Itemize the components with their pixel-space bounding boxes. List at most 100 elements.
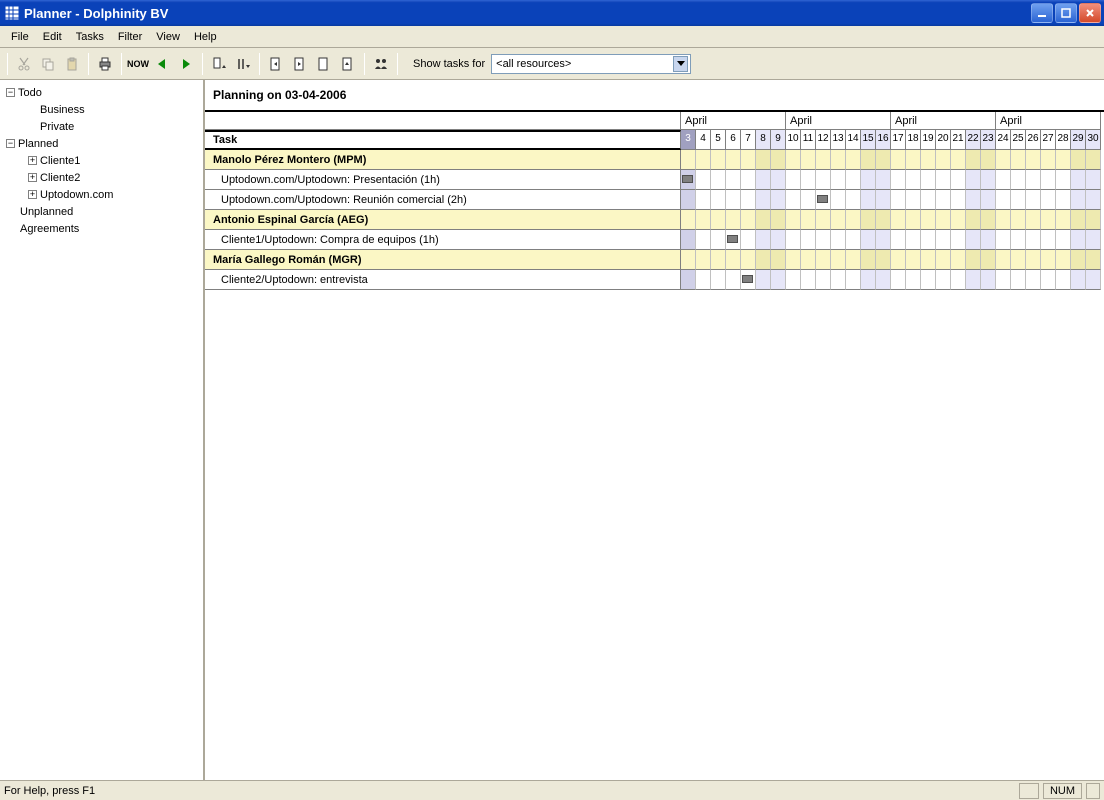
grid-cell[interactable] xyxy=(801,270,816,290)
grid-cell[interactable] xyxy=(741,190,756,210)
grid-cell[interactable] xyxy=(741,170,756,190)
day-header-cell[interactable]: 8 xyxy=(756,130,771,150)
grid-cell[interactable] xyxy=(1011,230,1026,250)
grid-cell[interactable] xyxy=(891,170,906,190)
grid-cell[interactable] xyxy=(876,250,891,270)
grid-cell[interactable] xyxy=(741,150,756,170)
grid-cell[interactable] xyxy=(936,270,951,290)
grid-cell[interactable] xyxy=(891,270,906,290)
grid-cell[interactable] xyxy=(936,170,951,190)
grid-cell[interactable] xyxy=(711,270,726,290)
task-bar[interactable] xyxy=(727,235,738,243)
grid-cell[interactable] xyxy=(726,210,741,230)
grid-cell[interactable] xyxy=(816,230,831,250)
grid-cell[interactable] xyxy=(711,250,726,270)
grid-cell[interactable] xyxy=(726,250,741,270)
grid-cell[interactable] xyxy=(681,270,696,290)
grid-cell[interactable] xyxy=(1011,270,1026,290)
grid-cell[interactable] xyxy=(1026,270,1041,290)
grid-cell[interactable] xyxy=(1086,230,1101,250)
grid-cell[interactable] xyxy=(1041,210,1056,230)
grid-cell[interactable] xyxy=(996,230,1011,250)
day-header-cell[interactable]: 18 xyxy=(906,130,921,150)
grid-cell[interactable] xyxy=(786,270,801,290)
grid-cell[interactable] xyxy=(1026,210,1041,230)
grid-cell[interactable] xyxy=(981,170,996,190)
grid-cell[interactable] xyxy=(921,270,936,290)
grid-cell[interactable] xyxy=(1086,270,1101,290)
grid-cell[interactable] xyxy=(1041,150,1056,170)
sort-desc-icon[interactable] xyxy=(232,53,254,75)
grid-cell[interactable] xyxy=(681,190,696,210)
print-icon[interactable] xyxy=(94,53,116,75)
grid-cell[interactable] xyxy=(861,210,876,230)
grid-cell[interactable] xyxy=(981,230,996,250)
grid-cell[interactable] xyxy=(771,270,786,290)
day-header-cell[interactable]: 24 xyxy=(996,130,1011,150)
tree-node-private[interactable]: Private xyxy=(0,118,203,135)
sort-asc-icon[interactable] xyxy=(208,53,230,75)
grid-cell[interactable] xyxy=(756,190,771,210)
grid-cell[interactable] xyxy=(1041,190,1056,210)
day-header-cell[interactable]: 17 xyxy=(891,130,906,150)
tree-node-unplanned[interactable]: Unplanned xyxy=(0,203,203,220)
grid-cell[interactable] xyxy=(996,150,1011,170)
grid-cell[interactable] xyxy=(966,190,981,210)
grid-cell[interactable] xyxy=(981,250,996,270)
grid-cell[interactable] xyxy=(711,230,726,250)
day-header-cell[interactable]: 5 xyxy=(711,130,726,150)
grid-cell[interactable] xyxy=(756,230,771,250)
grid-cell[interactable] xyxy=(1026,190,1041,210)
grid-cell[interactable] xyxy=(1086,210,1101,230)
day-header-cell[interactable]: 23 xyxy=(981,130,996,150)
resource-row[interactable]: Antonio Espinal García (AEG) xyxy=(205,210,1104,230)
day-header-cell[interactable]: 12 xyxy=(816,130,831,150)
grid-cell[interactable] xyxy=(951,270,966,290)
grid-cell[interactable] xyxy=(681,230,696,250)
grid-cell[interactable] xyxy=(696,270,711,290)
grid-cell[interactable] xyxy=(726,150,741,170)
grid-cell[interactable] xyxy=(1041,230,1056,250)
collapse-icon[interactable]: − xyxy=(6,88,15,97)
grid-cell[interactable] xyxy=(951,170,966,190)
grid-cell[interactable] xyxy=(726,190,741,210)
grid-cell[interactable] xyxy=(831,210,846,230)
grid-cell[interactable] xyxy=(1026,230,1041,250)
grid-cell[interactable] xyxy=(831,230,846,250)
grid-cell[interactable] xyxy=(846,150,861,170)
grid-cell[interactable] xyxy=(696,250,711,270)
grid-cell[interactable] xyxy=(816,270,831,290)
grid-cell[interactable] xyxy=(816,150,831,170)
grid-cell[interactable] xyxy=(786,250,801,270)
grid-cell[interactable] xyxy=(756,250,771,270)
grid-cell[interactable] xyxy=(1086,190,1101,210)
grid-cell[interactable] xyxy=(981,190,996,210)
tree-node-todo[interactable]: − Todo xyxy=(0,84,203,101)
expand-icon[interactable]: + xyxy=(28,190,37,199)
grid-cell[interactable] xyxy=(1056,250,1071,270)
menu-help[interactable]: Help xyxy=(187,29,224,45)
collapse-icon[interactable]: − xyxy=(6,139,15,148)
expand-icon[interactable]: + xyxy=(28,156,37,165)
grid-cell[interactable] xyxy=(876,190,891,210)
grid-cell[interactable] xyxy=(801,210,816,230)
grid-cell[interactable] xyxy=(1041,250,1056,270)
grid-cell[interactable] xyxy=(936,210,951,230)
paste-icon[interactable] xyxy=(61,53,83,75)
grid-cell[interactable] xyxy=(906,190,921,210)
grid-cell[interactable] xyxy=(1071,150,1086,170)
page-up-icon[interactable] xyxy=(337,53,359,75)
grid-cell[interactable] xyxy=(696,230,711,250)
task-row[interactable]: Cliente2/Uptodown: entrevista xyxy=(205,270,1104,290)
task-row[interactable]: Cliente1/Uptodown: Compra de equipos (1h… xyxy=(205,230,1104,250)
task-bar[interactable] xyxy=(682,175,693,183)
grid-cell[interactable] xyxy=(966,230,981,250)
cut-icon[interactable] xyxy=(13,53,35,75)
grid-cell[interactable] xyxy=(801,250,816,270)
resource-select[interactable]: <all resources> xyxy=(491,54,691,74)
grid-cell[interactable] xyxy=(711,190,726,210)
grid-cell[interactable] xyxy=(876,230,891,250)
day-header-cell[interactable]: 3 xyxy=(681,130,696,150)
grid-cell[interactable] xyxy=(771,150,786,170)
page-arrow-left-icon[interactable] xyxy=(265,53,287,75)
